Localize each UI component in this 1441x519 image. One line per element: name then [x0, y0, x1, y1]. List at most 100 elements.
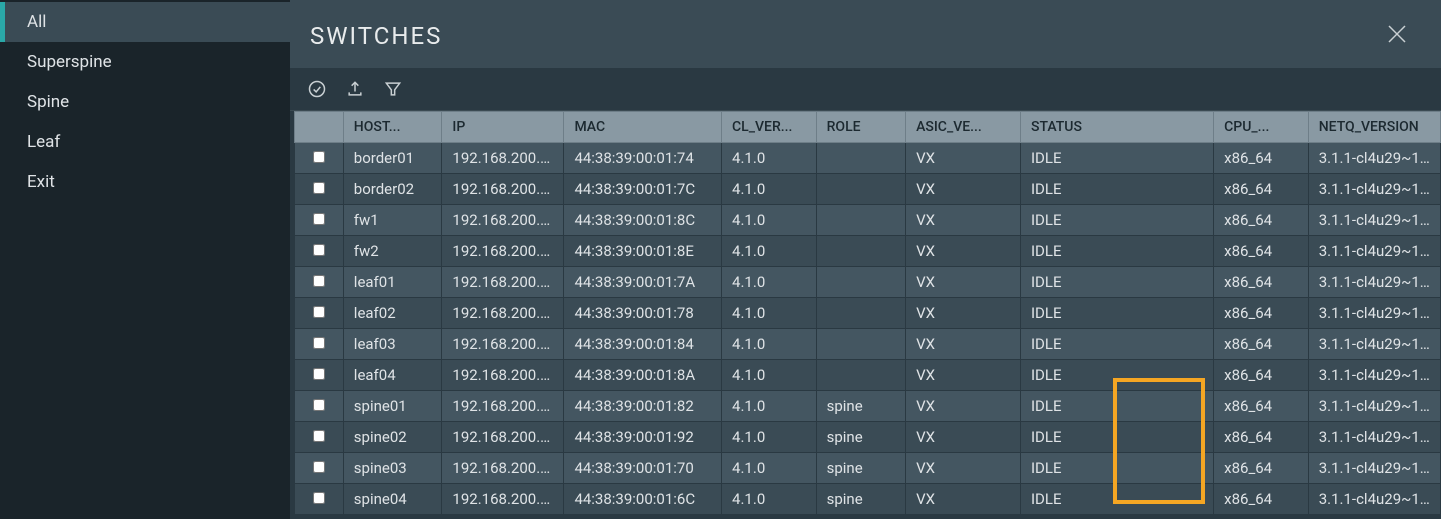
table-row[interactable]: leaf04192.168.200.1444:38:39:00:01:8A4.1…: [295, 360, 1441, 391]
row-checkbox[interactable]: [313, 151, 325, 163]
filter-icon: [383, 79, 403, 99]
cell-host: fw1: [343, 205, 442, 236]
col-header-role[interactable]: ROLE: [816, 112, 905, 143]
cell-asic: VX: [906, 329, 1021, 360]
sidebar-item-spine[interactable]: Spine: [0, 82, 290, 122]
cell-role: [816, 174, 905, 205]
cell-role: [816, 236, 905, 267]
table-wrapper[interactable]: HOST... IP MAC CL_VER... ROLE ASIC_VE...…: [290, 111, 1441, 519]
row-checkbox-cell: [295, 453, 344, 484]
cell-asic: VX: [906, 236, 1021, 267]
row-checkbox-cell: [295, 391, 344, 422]
cell-role: spine: [816, 484, 905, 515]
col-header-asic[interactable]: ASIC_VE...: [906, 112, 1021, 143]
cell-cpu: x86_64: [1214, 143, 1309, 174]
col-header-clver[interactable]: CL_VER...: [722, 112, 817, 143]
row-checkbox[interactable]: [313, 461, 325, 473]
row-checkbox[interactable]: [313, 244, 325, 256]
row-checkbox[interactable]: [313, 430, 325, 442]
col-header-host[interactable]: HOST...: [343, 112, 442, 143]
cell-asic: VX: [906, 484, 1021, 515]
sidebar-item-all[interactable]: All: [0, 2, 290, 42]
cell-clver: 4.1.0: [722, 205, 817, 236]
cell-ip: 192.168.200.62: [442, 236, 564, 267]
cell-netq: 3.1.1-cl4u29~159: [1308, 298, 1440, 329]
row-checkbox[interactable]: [313, 337, 325, 349]
cell-host: border02: [343, 174, 442, 205]
table-header-row: HOST... IP MAC CL_VER... ROLE ASIC_VE...…: [295, 112, 1441, 143]
cell-role: [816, 360, 905, 391]
cell-clver: 4.1.0: [722, 174, 817, 205]
row-checkbox-cell: [295, 267, 344, 298]
col-header-cpu[interactable]: CPU_...: [1214, 112, 1309, 143]
row-checkbox[interactable]: [313, 275, 325, 287]
row-checkbox-cell: [295, 205, 344, 236]
cell-mac: 44:38:39:00:01:82: [564, 391, 722, 422]
sidebar-item-superspine[interactable]: Superspine: [0, 42, 290, 82]
table-row[interactable]: border02192.168.200.6444:38:39:00:01:7C4…: [295, 174, 1441, 205]
cell-asic: VX: [906, 205, 1021, 236]
cell-cpu: x86_64: [1214, 360, 1309, 391]
cell-clver: 4.1.0: [722, 484, 817, 515]
cell-host: spine03: [343, 453, 442, 484]
cell-role: [816, 329, 905, 360]
col-header-ip[interactable]: IP: [442, 112, 564, 143]
cell-status: IDLE: [1020, 267, 1213, 298]
close-button[interactable]: [1381, 18, 1413, 54]
table-row[interactable]: spine02192.168.200.2244:38:39:00:01:924.…: [295, 422, 1441, 453]
table-row[interactable]: fw2192.168.200.6244:38:39:00:01:8E4.1.0V…: [295, 236, 1441, 267]
col-header-netq[interactable]: NETQ_VERSION: [1308, 112, 1440, 143]
cell-asic: VX: [906, 143, 1021, 174]
row-checkbox[interactable]: [313, 399, 325, 411]
cell-cpu: x86_64: [1214, 174, 1309, 205]
export-icon: [345, 79, 365, 99]
row-checkbox[interactable]: [313, 306, 325, 318]
page-title: SWITCHES: [310, 22, 442, 50]
col-header-checkbox[interactable]: [295, 112, 344, 143]
table-row[interactable]: spine04192.168.200.2444:38:39:00:01:6C4.…: [295, 484, 1441, 515]
row-checkbox[interactable]: [313, 182, 325, 194]
cell-asic: VX: [906, 453, 1021, 484]
cell-ip: 192.168.200.13: [442, 329, 564, 360]
close-icon: [1385, 22, 1409, 46]
cell-cpu: x86_64: [1214, 484, 1309, 515]
table-row[interactable]: leaf01192.168.200.1144:38:39:00:01:7A4.1…: [295, 267, 1441, 298]
row-checkbox[interactable]: [313, 368, 325, 380]
table-row[interactable]: fw1192.168.200.6144:38:39:00:01:8C4.1.0V…: [295, 205, 1441, 236]
cell-mac: 44:38:39:00:01:7C: [564, 174, 722, 205]
cell-host: spine02: [343, 422, 442, 453]
sidebar-item-leaf[interactable]: Leaf: [0, 122, 290, 162]
cell-netq: 3.1.1-cl4u29~159: [1308, 453, 1440, 484]
cell-clver: 4.1.0: [722, 329, 817, 360]
cell-mac: 44:38:39:00:01:6C: [564, 484, 722, 515]
cell-cpu: x86_64: [1214, 422, 1309, 453]
sidebar-item-exit[interactable]: Exit: [0, 162, 290, 202]
table-row[interactable]: leaf02192.168.200.1244:38:39:00:01:784.1…: [295, 298, 1441, 329]
cell-mac: 44:38:39:00:01:8A: [564, 360, 722, 391]
col-header-mac[interactable]: MAC: [564, 112, 722, 143]
cell-status: IDLE: [1020, 143, 1213, 174]
table-row[interactable]: border01192.168.200.6344:38:39:00:01:744…: [295, 143, 1441, 174]
cell-status: IDLE: [1020, 205, 1213, 236]
row-checkbox[interactable]: [313, 492, 325, 504]
row-checkbox-cell: [295, 174, 344, 205]
cell-clver: 4.1.0: [722, 391, 817, 422]
cell-ip: 192.168.200.24: [442, 484, 564, 515]
cell-role: spine: [816, 422, 905, 453]
col-header-status[interactable]: STATUS: [1020, 112, 1213, 143]
cell-host: leaf04: [343, 360, 442, 391]
cell-mac: 44:38:39:00:01:78: [564, 298, 722, 329]
filter-button[interactable]: [382, 78, 404, 100]
cell-host: leaf01: [343, 267, 442, 298]
cell-cpu: x86_64: [1214, 329, 1309, 360]
table-row[interactable]: leaf03192.168.200.1344:38:39:00:01:844.1…: [295, 329, 1441, 360]
select-all-button[interactable]: [306, 78, 328, 100]
toolbar: [290, 68, 1441, 111]
export-button[interactable]: [344, 78, 366, 100]
cell-cpu: x86_64: [1214, 267, 1309, 298]
cell-netq: 3.1.1-cl4u29~159: [1308, 174, 1440, 205]
cell-role: spine: [816, 391, 905, 422]
row-checkbox[interactable]: [313, 213, 325, 225]
table-row[interactable]: spine03192.168.200.2344:38:39:00:01:704.…: [295, 453, 1441, 484]
table-row[interactable]: spine01192.168.200.2144:38:39:00:01:824.…: [295, 391, 1441, 422]
